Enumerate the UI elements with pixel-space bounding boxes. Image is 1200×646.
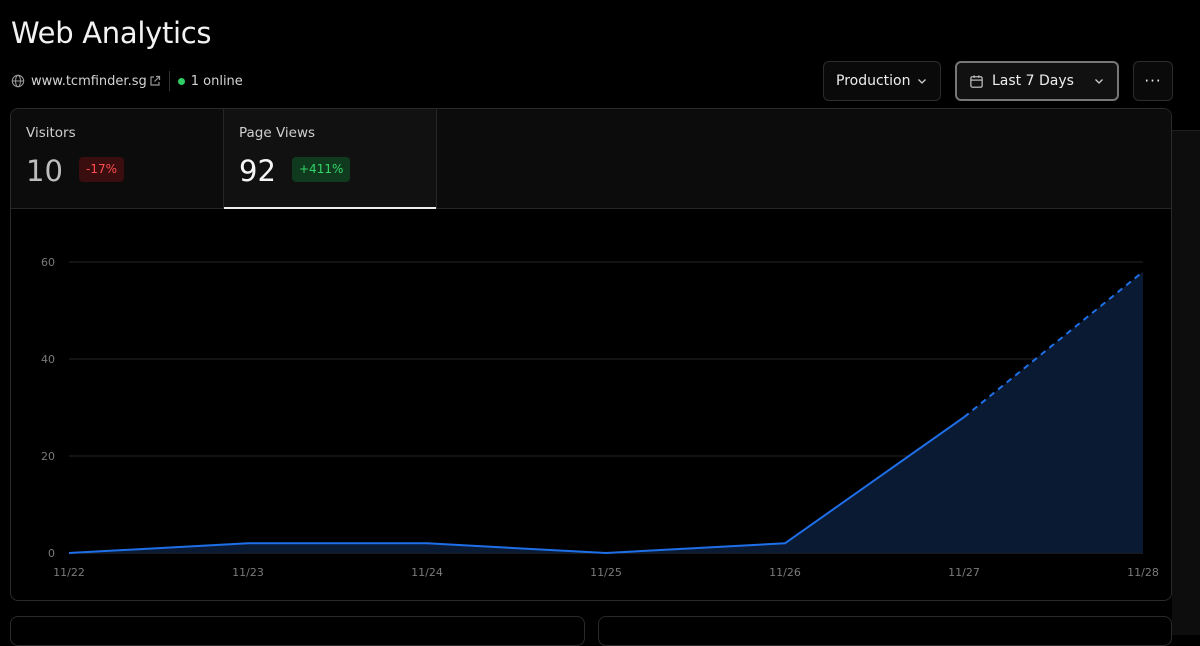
site-domain-link[interactable]: www.tcmfinder.sg [31, 74, 147, 89]
series-area [69, 271, 1143, 553]
y-tick-label: 20 [41, 450, 55, 463]
tab-visitors[interactable]: Visitors 10 -17% [11, 109, 224, 208]
tab-label: Visitors [26, 125, 76, 141]
more-icon: ··· [1144, 72, 1162, 90]
bottom-card-left [10, 616, 585, 646]
x-tick-label: 11/28 [1127, 566, 1159, 579]
more-options-button[interactable]: ··· [1133, 61, 1173, 101]
x-tick-label: 11/23 [232, 566, 264, 579]
y-tick-label: 0 [48, 547, 55, 560]
online-status-dot [177, 77, 185, 85]
calendar-icon [970, 74, 983, 88]
tab-label: Page Views [239, 125, 316, 141]
metric-tabs: Visitors 10 -17% Page Views 92 +411% [11, 109, 1171, 209]
chevron-down-icon [918, 79, 926, 84]
x-tick-label: 11/27 [948, 566, 980, 579]
analytics-card: Visitors 10 -17% Page Views 92 +411% 0 20… [10, 108, 1172, 601]
change-badge: -17% [79, 157, 125, 182]
y-tick-label: 60 [41, 256, 55, 269]
page-title: Web Analytics [11, 16, 212, 50]
page-views-chart: 0 20 40 60 11/22 11/23 11/24 11/25 11/26 11/27 11/… [41, 256, 1159, 579]
metric-value: 10 [26, 154, 63, 188]
date-range-label: Last 7 Days [992, 73, 1074, 89]
external-link-icon[interactable] [149, 75, 161, 87]
metric-value: 92 [239, 154, 276, 188]
globe-icon [11, 74, 25, 88]
divider [168, 71, 170, 91]
x-tick-label: 11/25 [590, 566, 622, 579]
chevron-down-icon [1095, 79, 1103, 84]
tab-page-views[interactable]: Page Views 92 +411% [224, 109, 437, 209]
bottom-card-right [598, 616, 1172, 646]
background-panel [1172, 130, 1200, 635]
environment-label: Production [836, 73, 911, 89]
y-tick-label: 40 [41, 353, 55, 366]
online-count: 1 online [190, 73, 243, 89]
change-badge: +411% [292, 157, 351, 182]
x-tick-label: 11/26 [769, 566, 801, 579]
date-range-select[interactable]: Last 7 Days [955, 61, 1119, 101]
environment-select[interactable]: Production [823, 61, 941, 101]
x-tick-label: 11/24 [411, 566, 443, 579]
x-tick-label: 11/22 [53, 566, 85, 579]
site-meta: www.tcmfinder.sg 1 online [11, 70, 243, 92]
